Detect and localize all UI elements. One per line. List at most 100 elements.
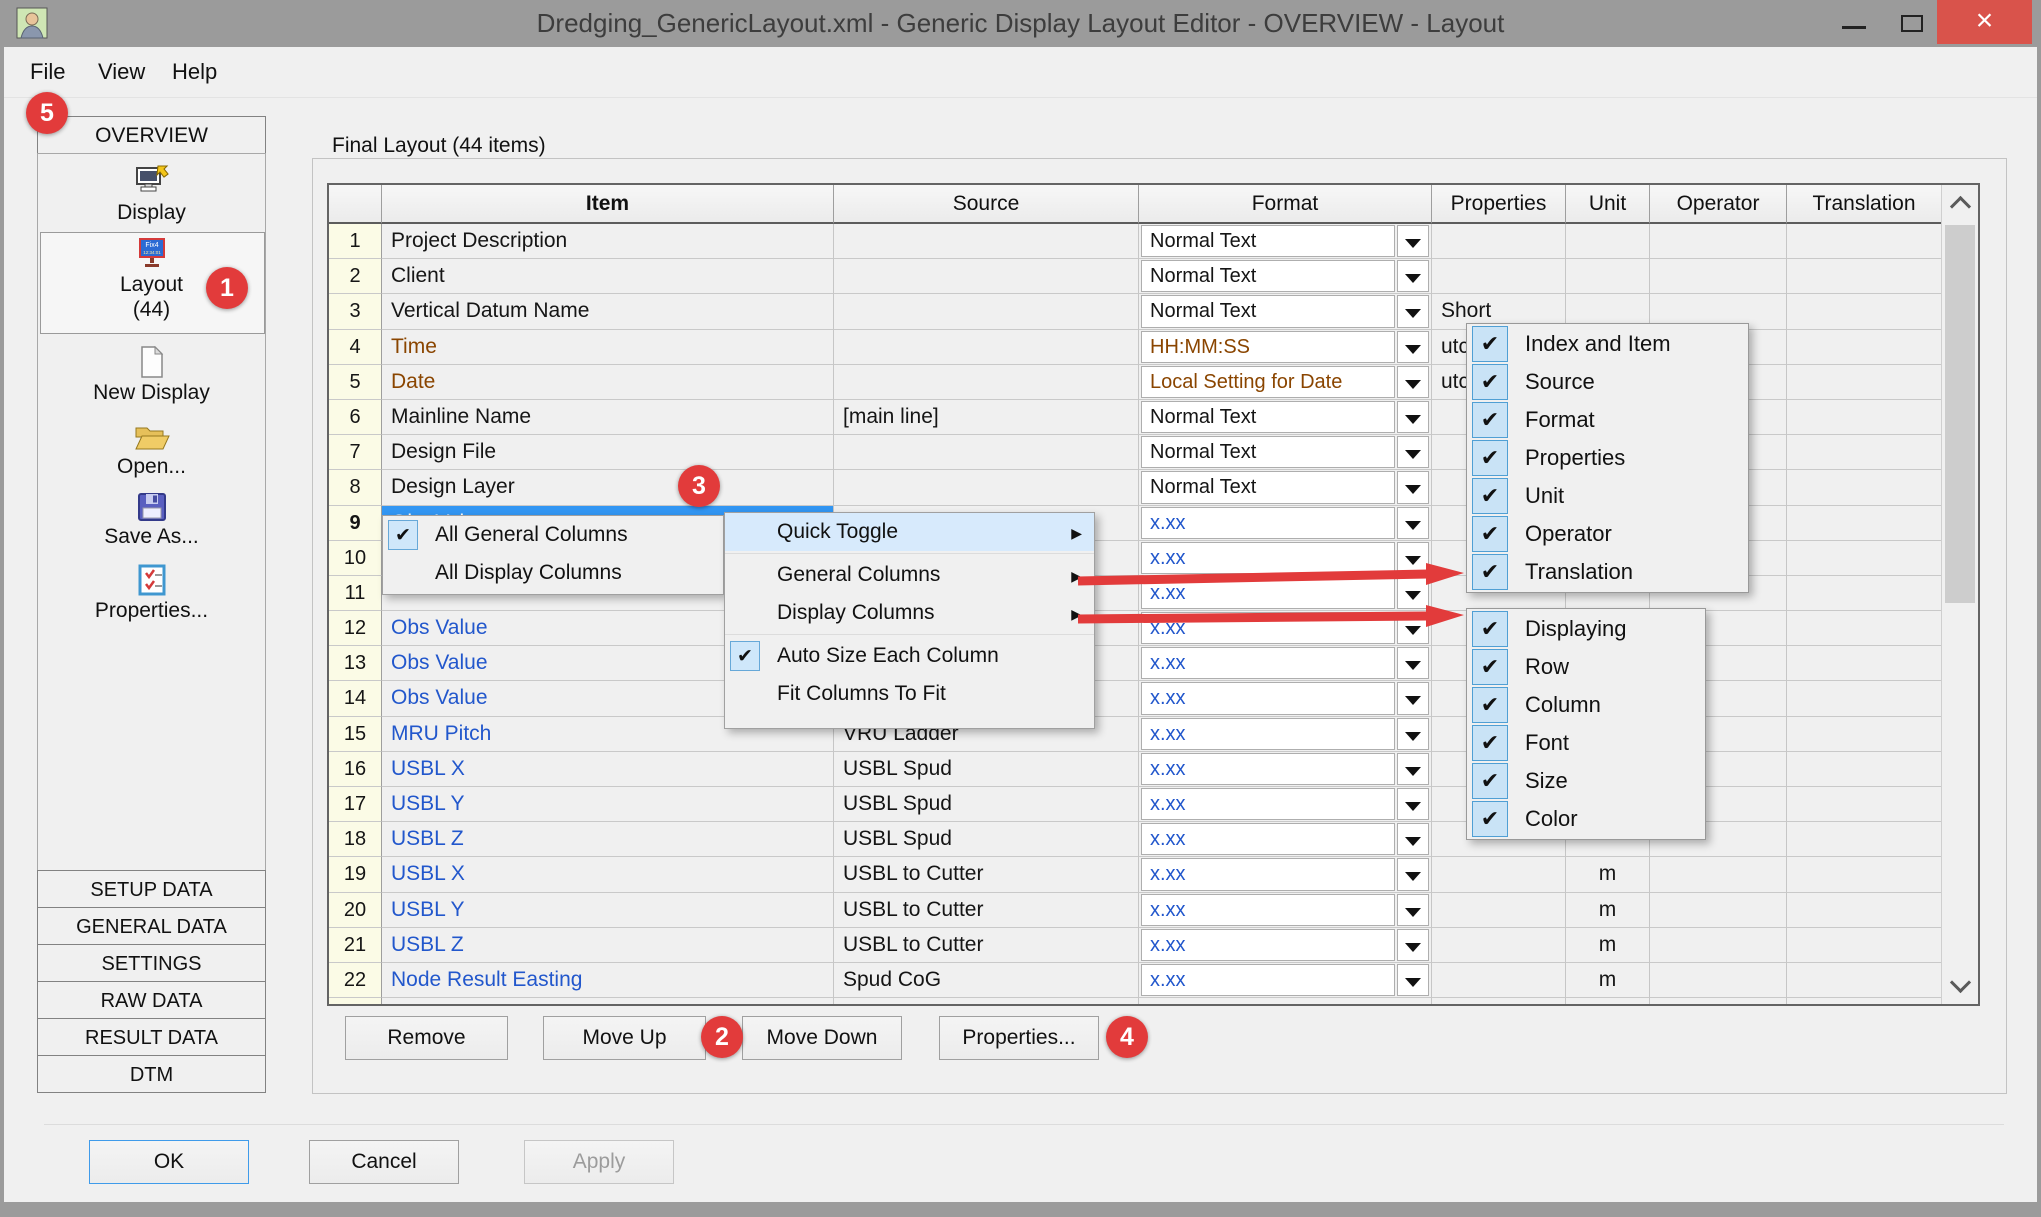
item-cell[interactable]: USBL Z — [382, 822, 834, 857]
column-toggle-item[interactable]: ✔Column — [1467, 686, 1705, 724]
format-dropdown-button[interactable] — [1397, 471, 1429, 503]
checkbox-checked-icon[interactable]: ✔ — [388, 520, 418, 550]
format-value[interactable]: Normal Text — [1141, 295, 1395, 327]
header-source[interactable]: Source — [834, 185, 1139, 224]
item-cell[interactable]: USBL X — [382, 857, 834, 892]
translation-cell[interactable] — [1787, 752, 1942, 787]
format-dropdown-button[interactable] — [1397, 718, 1429, 750]
format-dropdown-button[interactable] — [1397, 331, 1429, 363]
format-value[interactable]: Local Setting for Date — [1141, 366, 1395, 398]
operator-cell[interactable] — [1650, 963, 1787, 998]
format-dropdown-button[interactable] — [1397, 788, 1429, 820]
source-cell[interactable]: Spud CoG — [834, 963, 1139, 998]
column-toggle-item[interactable]: ✔Font — [1467, 724, 1705, 762]
menu-item-display-columns[interactable]: Display Columns ▶ — [725, 594, 1094, 632]
unit-cell[interactable]: m — [1566, 963, 1650, 998]
maximize-button[interactable] — [1886, 0, 1938, 44]
table-row[interactable]: 21USBL ZUSBL to Cutterx.xxm — [329, 928, 1942, 963]
format-dropdown-button[interactable] — [1397, 894, 1429, 926]
sidebar-item-new-display[interactable]: New Display — [38, 346, 265, 405]
scroll-up-icon[interactable] — [1950, 196, 1971, 217]
move-down-button[interactable]: Move Down — [742, 1016, 902, 1060]
format-dropdown-button[interactable] — [1397, 823, 1429, 855]
translation-cell[interactable] — [1787, 330, 1942, 365]
format-value[interactable]: x.xx — [1141, 894, 1395, 926]
item-cell[interactable]: USBL Y — [382, 893, 834, 928]
menu-item-all-display-columns[interactable]: All Display Columns — [383, 554, 723, 592]
properties-cell[interactable] — [1432, 928, 1566, 963]
source-cell[interactable] — [834, 259, 1139, 294]
apply-button[interactable]: Apply — [524, 1140, 674, 1184]
source-cell[interactable] — [834, 294, 1139, 329]
format-dropdown-button[interactable] — [1397, 682, 1429, 714]
operator-cell[interactable] — [1650, 259, 1787, 294]
format-cell[interactable]: x.xx — [1139, 787, 1432, 822]
format-dropdown-button[interactable] — [1397, 964, 1429, 996]
column-toggle-item[interactable]: ✔Unit — [1467, 477, 1748, 515]
item-cell[interactable]: Client — [382, 259, 834, 294]
format-cell[interactable]: Normal Text — [1139, 224, 1432, 259]
format-cell[interactable]: x.xx — [1139, 752, 1432, 787]
format-cell[interactable]: x.xx — [1139, 928, 1432, 963]
cancel-button[interactable]: Cancel — [309, 1140, 459, 1184]
format-cell[interactable]: x.xx — [1139, 681, 1432, 716]
checkbox-checked-icon[interactable]: ✔ — [1472, 554, 1508, 590]
sidebar-section-general-data[interactable]: GENERAL DATA — [37, 907, 266, 945]
format-cell[interactable]: Normal Text — [1139, 470, 1432, 505]
translation-cell[interactable] — [1787, 576, 1942, 611]
format-cell[interactable]: Local Setting for Date — [1139, 365, 1432, 400]
format-value[interactable]: Normal Text — [1141, 401, 1395, 433]
format-cell[interactable]: HH:MM:SS — [1139, 330, 1432, 365]
translation-cell[interactable] — [1787, 294, 1942, 329]
column-toggle-item[interactable]: ✔Source — [1467, 363, 1748, 401]
format-value[interactable]: x.xx — [1141, 929, 1395, 961]
format-cell[interactable]: x.xx — [1139, 893, 1432, 928]
unit-cell[interactable] — [1566, 259, 1650, 294]
source-cell[interactable]: USBL Spud — [834, 787, 1139, 822]
translation-cell[interactable] — [1787, 681, 1942, 716]
item-cell[interactable]: Project Description — [382, 224, 834, 259]
format-dropdown-button[interactable] — [1397, 858, 1429, 890]
header-row-number[interactable] — [329, 185, 382, 224]
checkbox-checked-icon[interactable]: ✔ — [730, 641, 760, 671]
format-dropdown-button[interactable] — [1397, 929, 1429, 961]
column-toggle-item[interactable]: ✔Index and Item — [1467, 325, 1748, 363]
minimize-button[interactable] — [1828, 0, 1880, 44]
checkbox-checked-icon[interactable]: ✔ — [1472, 440, 1508, 476]
translation-cell[interactable] — [1787, 259, 1942, 294]
unit-cell[interactable]: m — [1566, 857, 1650, 892]
unit-cell[interactable] — [1566, 224, 1650, 259]
sidebar-section-raw-data[interactable]: RAW DATA — [37, 981, 266, 1019]
translation-cell[interactable] — [1787, 857, 1942, 892]
sidebar-section-setup-data[interactable]: SETUP DATA — [37, 870, 266, 908]
format-dropdown-button[interactable] — [1397, 436, 1429, 468]
menu-item-fit-columns-to-fit[interactable]: Fit Columns To Fit — [725, 675, 1094, 713]
sidebar-header-overview[interactable]: OVERVIEW — [37, 116, 266, 154]
properties-button[interactable]: Properties... — [939, 1016, 1099, 1060]
format-value[interactable]: Normal Text — [1141, 436, 1395, 468]
sidebar-section-dtm[interactable]: DTM — [37, 1055, 266, 1093]
format-value[interactable]: x.xx — [1141, 753, 1395, 785]
format-dropdown-button[interactable] — [1397, 366, 1429, 398]
format-value[interactable]: HH:MM:SS — [1141, 331, 1395, 363]
translation-cell[interactable] — [1787, 717, 1942, 752]
checkbox-checked-icon[interactable]: ✔ — [1472, 649, 1508, 685]
column-toggle-item[interactable]: ✔Properties — [1467, 439, 1748, 477]
table-row[interactable]: 1Project DescriptionNormal Text — [329, 224, 1942, 259]
properties-cell[interactable] — [1432, 963, 1566, 998]
format-value[interactable]: x.xx — [1141, 718, 1395, 750]
menu-item-quick-toggle[interactable]: Quick Toggle ▶ — [725, 513, 1094, 551]
menu-item-general-columns[interactable]: General Columns ▶ — [725, 556, 1094, 594]
translation-cell[interactable] — [1787, 928, 1942, 963]
format-cell[interactable]: x.xx — [1139, 717, 1432, 752]
source-cell[interactable]: [main line] — [834, 400, 1139, 435]
format-value[interactable]: Normal Text — [1141, 471, 1395, 503]
item-cell[interactable]: USBL X — [382, 752, 834, 787]
ok-button[interactable]: OK — [89, 1140, 249, 1184]
format-cell[interactable]: x.xx — [1139, 646, 1432, 681]
translation-cell[interactable] — [1787, 470, 1942, 505]
source-cell[interactable]: USBL to Cutter — [834, 928, 1139, 963]
sidebar-item-display[interactable]: Display — [38, 164, 265, 225]
format-cell[interactable]: x.xx — [1139, 822, 1432, 857]
item-cell[interactable]: Time — [382, 330, 834, 365]
